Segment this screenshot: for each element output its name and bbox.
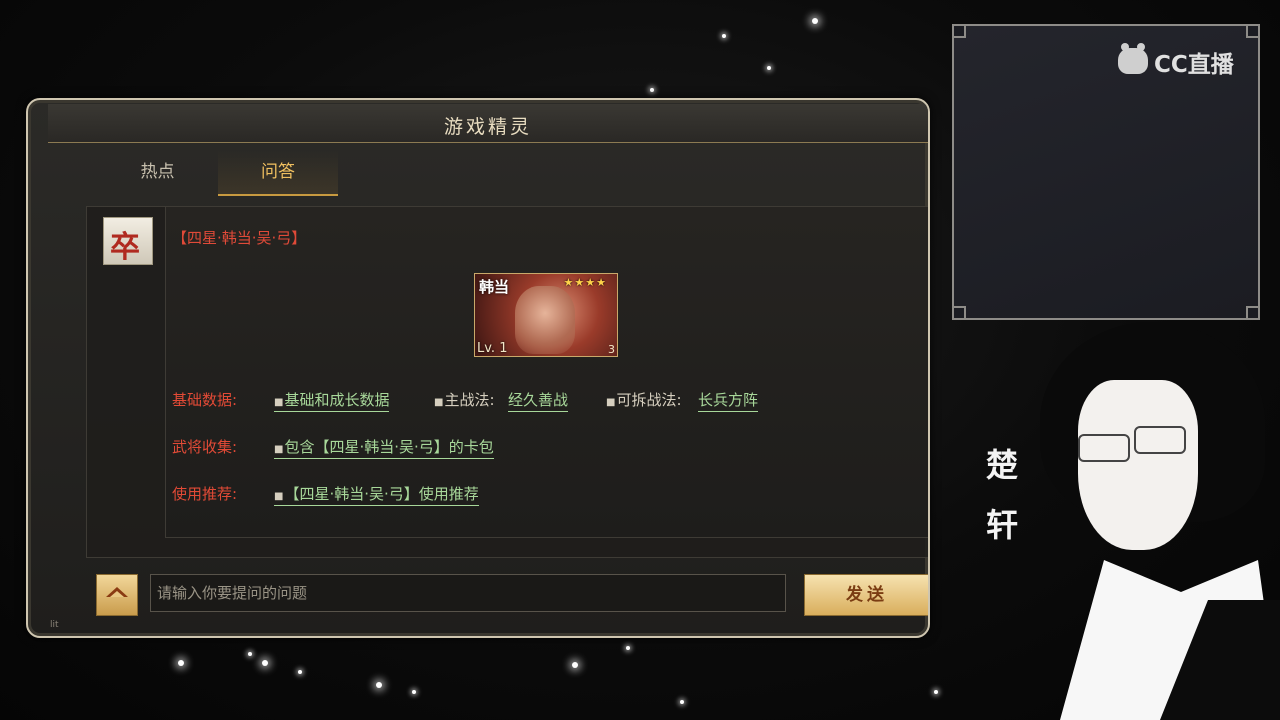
- hero-card-name: 韩当: [479, 278, 510, 296]
- hero-card[interactable]: 韩当 ★★★★ Lv. 1 3: [474, 273, 618, 357]
- chevron-up-icon: [106, 587, 128, 597]
- link-basic-data[interactable]: ■基础和成长数据: [274, 389, 390, 412]
- link-card-pack[interactable]: ■包含【四星·韩当·吴·弓】的卡包: [274, 436, 494, 459]
- hero-card-badge: 3: [608, 343, 615, 356]
- input-bar: 请输入你要提问的问题 发送: [86, 570, 928, 620]
- star-decoration: [722, 34, 726, 38]
- message-title: 【四星·韩当·吴·弓】: [172, 229, 307, 247]
- corner-mark: lit: [50, 620, 59, 630]
- link-usage-recommend[interactable]: ■【四星·韩当·吴·弓】使用推荐: [274, 483, 479, 506]
- window-title: 游戏精灵: [443, 116, 532, 138]
- chat-content: 卒 【四星·韩当·吴·弓】 韩当 ★★★★ Lv. 1 3 基础数据: ■基础和…: [86, 206, 928, 558]
- cc-logo-icon: [1118, 43, 1148, 74]
- star-decoration: [376, 682, 382, 688]
- send-button[interactable]: 发送: [804, 574, 928, 616]
- glasses-icon: [1134, 426, 1186, 454]
- streamer-name-1: 楚: [986, 446, 1019, 484]
- frame-corner: [1246, 306, 1260, 320]
- brand-watermark: CC直播: [1154, 52, 1234, 78]
- info-row-collect: 武将收集: ■包含【四星·韩当·吴·弓】的卡包: [172, 436, 872, 459]
- tab-hot[interactable]: 热点: [100, 150, 215, 194]
- hero-card-level: Lv. 1: [477, 341, 508, 356]
- star-decoration: [178, 660, 184, 666]
- split-tactic-label: ■可拆战法:: [606, 391, 682, 409]
- frame-corner: [1246, 24, 1260, 38]
- frame-corner: [952, 306, 966, 320]
- message-panel: 【四星·韩当·吴·弓】 韩当 ★★★★ Lv. 1 3 基础数据: ■基础和成长…: [165, 207, 928, 538]
- info-row-recommend: 使用推荐: ■【四星·韩当·吴·弓】使用推荐: [172, 483, 872, 506]
- frame-corner: [952, 24, 966, 38]
- star-decoration: [262, 660, 268, 666]
- star-decoration: [934, 690, 938, 694]
- link-main-tactic[interactable]: 经久善战: [508, 389, 569, 412]
- star-decoration: [572, 662, 578, 668]
- row-label: 基础数据:: [172, 391, 238, 409]
- info-row-basic: 基础数据: ■基础和成长数据 ■主战法: 经久善战 ■可拆战法: 长兵方阵: [172, 389, 872, 412]
- star-decoration: [248, 652, 252, 656]
- star-decoration: [680, 700, 684, 704]
- avatar: 卒: [103, 217, 153, 265]
- streamer-name-2: 轩: [986, 506, 1019, 544]
- expand-button[interactable]: [96, 574, 138, 616]
- glasses-icon: [1078, 434, 1130, 462]
- question-input[interactable]: 请输入你要提问的问题: [150, 574, 786, 612]
- star-decoration: [767, 66, 771, 70]
- main-tactic-label: ■主战法:: [434, 391, 495, 409]
- character-face: [1078, 380, 1198, 550]
- row-label: 使用推荐:: [172, 485, 238, 503]
- title-bar: 游戏精灵: [48, 104, 928, 143]
- link-split-tactic[interactable]: 长兵方阵: [698, 389, 759, 412]
- hero-portrait: [515, 286, 575, 354]
- star-decoration: [650, 88, 654, 92]
- star-decoration: [298, 670, 302, 674]
- row-label: 武将收集:: [172, 438, 238, 456]
- tab-qa[interactable]: 问答: [218, 150, 338, 196]
- star-decoration: [626, 646, 630, 650]
- star-decoration: [812, 18, 818, 24]
- game-assistant-window: 游戏精灵 热点 问答 卒 【四星·韩当·吴·弓】 韩当 ★★★★ Lv. 1 3…: [26, 98, 930, 638]
- star-decoration: [412, 690, 416, 694]
- avatar-glyph: 卒: [110, 230, 140, 265]
- star-rating-icon: ★★★★: [563, 276, 607, 289]
